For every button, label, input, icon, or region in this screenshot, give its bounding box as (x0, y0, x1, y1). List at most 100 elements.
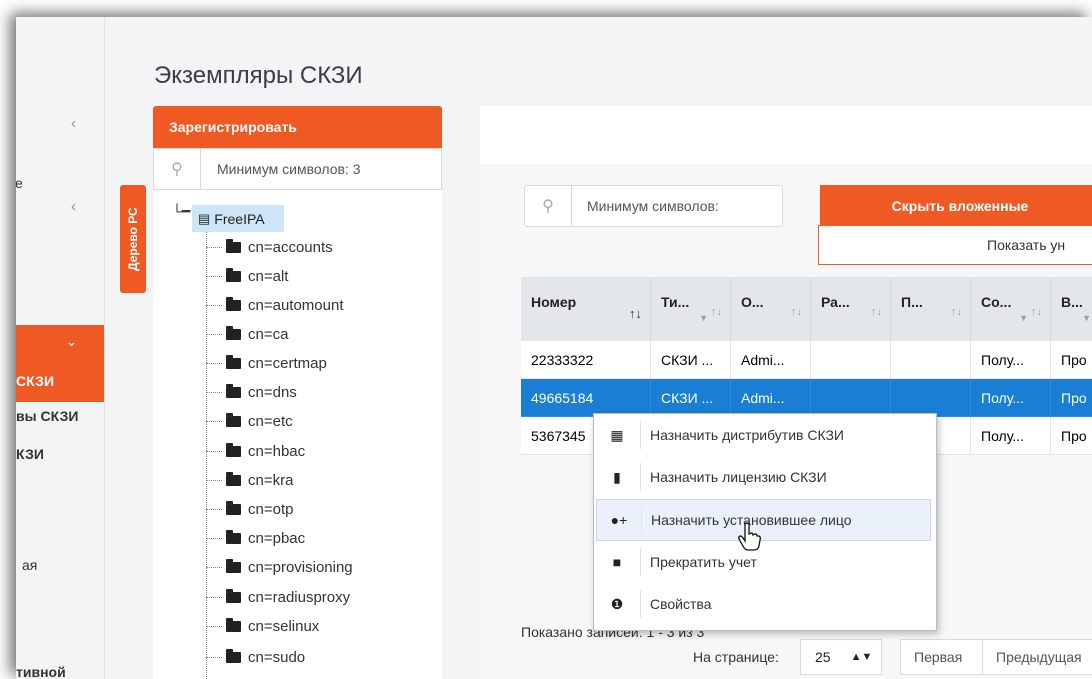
tree-node-label: cn=alt (248, 267, 289, 285)
show-button[interactable]: Показать ун (818, 225, 1092, 265)
filter-icon[interactable]: ▼ (1082, 313, 1091, 323)
tree-node[interactable]: cn=automount (206, 294, 344, 316)
grid-search-placeholder: Минимум символов: (587, 198, 719, 214)
tree-node-label: cn=sudo (248, 648, 306, 666)
file-icon: ▮ (613, 468, 621, 485)
sort-icon[interactable]: ↑↓ (791, 306, 802, 318)
tree-node[interactable]: cn=certmap (206, 352, 327, 374)
tree-tab[interactable]: Дерево РС (120, 185, 146, 293)
sidebar: ‹ е ‹ ⌄ СКЗИ вы СКЗИ КЗИ ая тивной (16, 17, 105, 679)
sidebar-item[interactable]: тивной (16, 664, 66, 679)
context-menu: ▦ Назначить дистрибутив СКЗИ ▮ Назначить… (593, 413, 937, 631)
sort-icon[interactable]: ↑↓ (1031, 306, 1042, 318)
sort-icon[interactable]: ↑↓ (711, 306, 722, 318)
folder-icon (226, 617, 241, 632)
chevron-down-icon[interactable]: ⌄ (66, 334, 77, 350)
table-cell: Admi... (731, 341, 811, 379)
sidebar-item[interactable]: ая (22, 557, 37, 573)
grid-search-field[interactable]: ⚲ Минимум символов: (524, 185, 783, 227)
search-icon: ⚲ (154, 149, 201, 189)
tree-node-label: cn=ca (248, 325, 289, 343)
sort-asc-icon[interactable]: ↑↓ (629, 306, 642, 321)
tree-node[interactable]: cn=ca (206, 323, 288, 345)
tree-root-label: FreeIPA (214, 210, 265, 227)
column-header[interactable]: Ти... ▼ ↑↓ (651, 277, 731, 341)
column-header[interactable]: В... ▼ (1051, 277, 1092, 341)
column-header[interactable]: Ра... ↑↓ (811, 277, 891, 341)
tree-node-label: cn=kra (248, 471, 294, 489)
grid-header: Номер ↑↓ Ти... ▼ ↑↓ О... ↑↓ Ра... ↑↓ П... ↑↓ С… (521, 277, 1092, 341)
table-cell: Полу... (971, 417, 1051, 455)
chevron-left-icon[interactable]: ‹ (71, 115, 76, 132)
table-cell (891, 341, 971, 379)
per-page-select[interactable]: 25 ▲▼ (800, 639, 882, 675)
folder-icon (226, 296, 241, 311)
app-window: ‹ е ‹ ⌄ СКЗИ вы СКЗИ КЗИ ая тивной Экзем… (16, 17, 1092, 679)
table-cell: Про (1051, 417, 1092, 455)
sort-icon[interactable]: ↑↓ (951, 306, 962, 318)
tree-node[interactable]: cn=hbac (206, 440, 305, 462)
main-panel-header (480, 106, 1092, 164)
search-icon: ⚲ (525, 186, 572, 226)
tree-node[interactable]: cn=radiusproxy (206, 586, 350, 608)
table-cell: Про (1051, 379, 1092, 417)
filter-icon[interactable]: ▼ (1019, 313, 1028, 323)
tree-node[interactable]: cn=dns (206, 381, 297, 403)
menu-item-assign-license[interactable]: ▮ Назначить лицензию СКЗИ (594, 456, 936, 498)
pager-prev-button[interactable]: Предыдущая (982, 639, 1092, 675)
tree-search-placeholder: Минимум символов: 3 (217, 161, 361, 177)
folder-icon (226, 471, 241, 486)
folder-icon (226, 442, 241, 457)
column-header[interactable]: Со... ▼ ↑↓ (971, 277, 1051, 341)
hand-cursor-icon (738, 522, 761, 551)
table-cell: Полу... (971, 341, 1051, 379)
folder-icon (226, 588, 241, 603)
tree-search-field[interactable]: ⚲ Минимум символов: 3 (153, 148, 442, 190)
tree-node[interactable]: cn=selinux (206, 615, 319, 637)
user-plus-icon: ●+ (610, 512, 628, 528)
grid-icon: ▦ (610, 426, 624, 443)
tree-node[interactable]: cn=pbac (206, 527, 305, 549)
sidebar-item[interactable]: вы СКЗИ (16, 408, 78, 424)
column-header[interactable]: П... ↑↓ (891, 277, 971, 341)
chevron-left-icon[interactable]: ‹ (71, 198, 76, 215)
tree-node[interactable]: cn=alt (206, 265, 288, 287)
tree-node[interactable]: cn=otp (206, 498, 293, 520)
column-header[interactable]: О... ↑↓ (731, 277, 811, 341)
tree-node[interactable]: cn=kra (206, 469, 293, 491)
tree-node[interactable]: cn=sudo (206, 646, 305, 668)
tree-expander-icon[interactable]: └━ (172, 203, 190, 220)
folder-icon (226, 238, 241, 253)
register-button[interactable]: Зарегистрировать (153, 106, 442, 148)
menu-item-assign-installer[interactable]: ●+ Назначить установившее лицо (596, 499, 931, 541)
menu-item-assign-distribution[interactable]: ▦ Назначить дистрибутив СКЗИ (594, 414, 936, 456)
filter-icon[interactable]: ▼ (699, 313, 708, 323)
menu-item-properties[interactable]: ❶ Свойства (594, 583, 936, 625)
sidebar-item[interactable]: КЗИ (16, 446, 44, 462)
pager-first-button[interactable]: Первая (900, 639, 983, 675)
tree-node[interactable]: cn=etc (206, 410, 293, 432)
hide-nested-button[interactable]: Скрыть вложенные (820, 185, 1092, 226)
table-row-selected[interactable]: 49665184 СКЗИ ... Admi... Полу... Про (521, 379, 1092, 417)
sidebar-active-group[interactable]: ⌄ СКЗИ (16, 325, 104, 402)
sidebar-text-fragment: е (16, 175, 23, 191)
menu-item-label: Свойства (640, 590, 711, 618)
sort-icon[interactable]: ↑↓ (871, 306, 882, 318)
menu-item-label: Прекратить учет (640, 548, 757, 576)
folder-icon (226, 558, 241, 573)
tree-node-label: cn=selinux (248, 617, 320, 635)
column-header[interactable]: Номер ↑↓ (521, 277, 651, 341)
tree-node[interactable]: cn=provisioning (206, 556, 353, 578)
tree-node[interactable]: cn=accounts (206, 236, 333, 258)
tree-node-label: cn=hbac (248, 442, 306, 460)
table-cell (891, 379, 971, 417)
folder-icon (226, 412, 241, 427)
table-cell: СКЗИ ... (651, 379, 731, 417)
stop-icon: ■ (612, 554, 622, 570)
menu-item-stop-accounting[interactable]: ■ Прекратить учет (594, 541, 936, 583)
tree-root-node[interactable]: ▤ FreeIPA (192, 205, 284, 232)
table-row[interactable]: 22333322 СКЗИ ... Admi... Полу... Про (521, 341, 1092, 379)
sidebar-item-skzi[interactable]: СКЗИ (16, 373, 54, 389)
per-page-value: 25 (815, 649, 831, 665)
info-icon: ❶ (610, 595, 624, 612)
